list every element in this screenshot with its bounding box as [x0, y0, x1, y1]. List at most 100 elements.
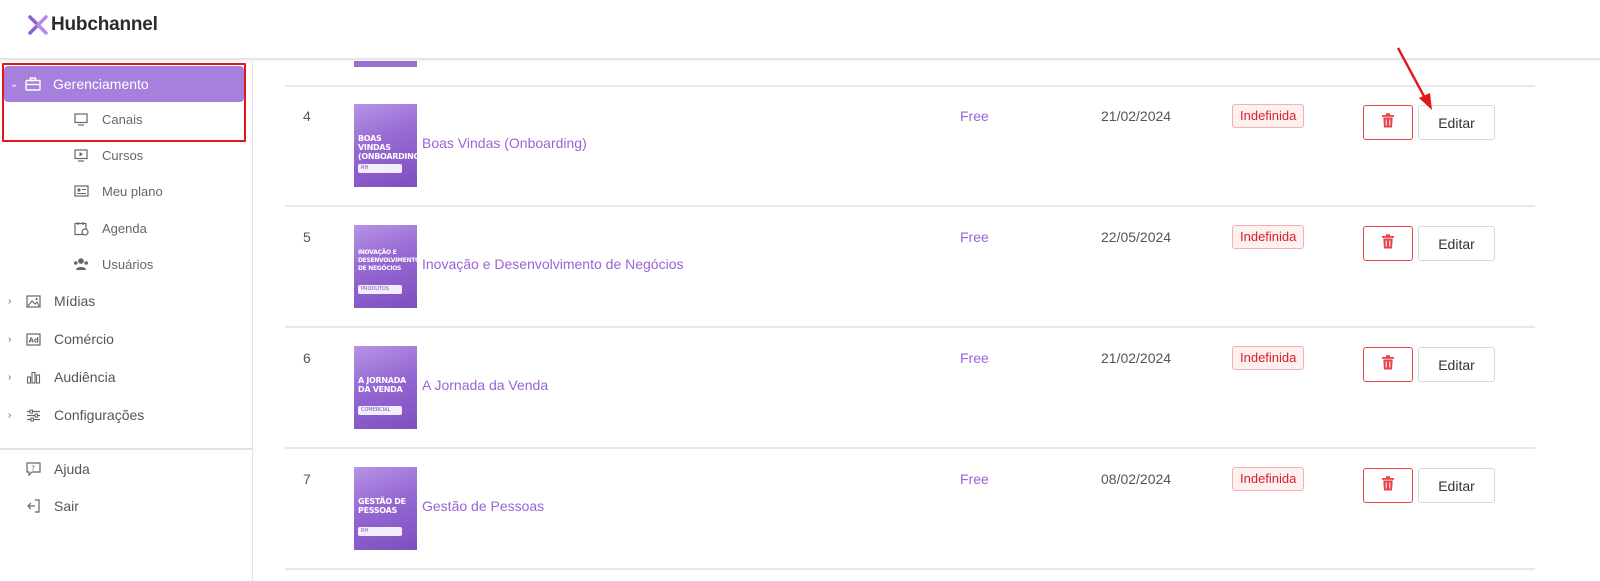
course-thumbnail[interactable]: GESTÃO DE PESSOAS RH: [354, 467, 417, 550]
nav-audiencia[interactable]: › Audiência: [0, 359, 253, 395]
svg-text:Ad: Ad: [28, 336, 38, 344]
status-badge: Indefinida: [1232, 346, 1305, 370]
delete-button[interactable]: [1363, 226, 1413, 261]
thumbnail-title: INOVAÇÃO E DESENVOLVIMENTO DE NEGÓCIOS: [358, 249, 417, 272]
course-title-link[interactable]: Boas Vindas (Onboarding): [422, 135, 587, 151]
thumbnail-tag: COMERCIAL: [358, 406, 402, 415]
brand-logo[interactable]: Hubchannel: [27, 14, 158, 36]
thumbnail-title: A JORNADA DA VENDA: [358, 376, 406, 394]
channel-list: 4 BOAS VINDAS (ONBOARDING) RH Boas Vinda…: [253, 61, 1600, 581]
price-label: Free: [960, 108, 989, 124]
course-title-link[interactable]: Gestão de Pessoas: [422, 498, 544, 514]
trash-icon: [1381, 233, 1395, 254]
edit-button[interactable]: Editar: [1418, 105, 1495, 140]
row-number: 6: [303, 350, 311, 366]
logout-icon: [24, 498, 42, 514]
chevron-right-icon: ›: [8, 333, 12, 345]
course-thumbnail[interactable]: BOAS VINDAS (ONBOARDING) RH: [354, 104, 417, 187]
nav-gerenciamento[interactable]: ⌄ Gerenciamento: [4, 66, 244, 102]
trash-icon: [1381, 475, 1395, 496]
thumbnail-tag: RH: [358, 164, 402, 173]
sidebar-item-label: Usuários: [102, 256, 154, 272]
briefcase-icon: [24, 76, 42, 92]
edit-button[interactable]: Editar: [1418, 468, 1495, 503]
nav-sair[interactable]: Sair: [0, 488, 253, 524]
image-icon: [24, 293, 42, 309]
thumbnail-tag: RH: [358, 527, 402, 536]
users-icon: [73, 256, 89, 272]
trash-icon: [1381, 354, 1395, 375]
delete-button[interactable]: [1363, 468, 1413, 503]
nav-midias[interactable]: › Mídias: [0, 283, 253, 319]
chevron-right-icon: ›: [8, 409, 12, 421]
sidebar-item-agenda[interactable]: Agenda: [0, 211, 253, 245]
course-title-link[interactable]: Inovação e Desenvolvimento de Negócios: [422, 256, 684, 272]
sidebar-item-canais[interactable]: Canais: [0, 102, 253, 136]
chevron-down-icon: ⌄: [10, 78, 19, 90]
sidebar-item-cursos[interactable]: Cursos: [0, 138, 253, 172]
course-title-link[interactable]: A Jornada da Venda: [422, 377, 548, 393]
sidebar-divider: [0, 448, 252, 450]
sidebar-item-label: Canais: [102, 111, 143, 127]
date-label: 21/02/2024: [1101, 108, 1172, 124]
sidebar-item-label: Cursos: [102, 147, 144, 163]
hubchannel-logo-icon: [27, 14, 49, 36]
date-label: 22/05/2024: [1101, 229, 1172, 245]
top-header: Hubchannel: [0, 0, 1600, 60]
edit-button[interactable]: Editar: [1418, 347, 1495, 382]
nav-label: Ajuda: [54, 461, 90, 477]
thumbnail-tag: PRODUTOS: [358, 285, 402, 294]
svg-text:?: ?: [31, 465, 35, 473]
date-label: 08/02/2024: [1101, 471, 1172, 487]
delete-button[interactable]: [1363, 347, 1413, 382]
row-number: 7: [303, 471, 311, 487]
price-label: Free: [960, 471, 989, 487]
course-thumbnail[interactable]: A JORNADA DA VENDA COMERCIAL: [354, 346, 417, 429]
nav-label: Configurações: [54, 407, 145, 423]
thumbnail-title: GESTÃO DE PESSOAS: [358, 497, 406, 515]
nav-ajuda[interactable]: ? Ajuda: [0, 451, 253, 487]
help-icon: ?: [24, 461, 42, 477]
monitor-icon: [73, 111, 89, 127]
calendar-clock-icon: [73, 220, 89, 236]
ad-icon: Ad: [24, 331, 42, 347]
row-number: 5: [303, 229, 311, 245]
trash-icon: [1381, 112, 1395, 133]
chevron-right-icon: ›: [8, 371, 12, 383]
thumbnail-title: BOAS VINDAS (ONBOARDING): [358, 134, 417, 161]
date-label: 21/02/2024: [1101, 350, 1172, 366]
nav-label: Comércio: [54, 331, 114, 347]
sidebar-item-label: Meu plano: [102, 183, 163, 199]
price-label: Free: [960, 229, 989, 245]
nav-configuracoes[interactable]: › Configurações: [0, 397, 253, 433]
sidebar-item-label: Agenda: [102, 220, 147, 236]
table-row: 6 A JORNADA DA VENDA COMERCIAL A Jornada…: [253, 328, 1600, 448]
nav-label: Sair: [54, 498, 79, 514]
brand-name: Hubchannel: [51, 14, 158, 35]
price-label: Free: [960, 350, 989, 366]
row-number: 4: [303, 108, 311, 124]
chevron-right-icon: ›: [8, 295, 12, 307]
sliders-icon: [24, 407, 42, 423]
play-screen-icon: [73, 147, 89, 163]
partial-row-thumbnail: [354, 61, 417, 67]
table-row: 4 BOAS VINDAS (ONBOARDING) RH Boas Vinda…: [253, 86, 1600, 206]
status-badge: Indefinida: [1232, 225, 1305, 249]
row-divider: [285, 568, 1535, 570]
status-badge: Indefinida: [1232, 467, 1305, 491]
table-row: 5 INOVAÇÃO E DESENVOLVIMENTO DE NEGÓCIOS…: [253, 207, 1600, 327]
nav-label: Gerenciamento: [53, 76, 149, 92]
bar-chart-icon: [24, 369, 42, 385]
status-badge: Indefinida: [1232, 104, 1305, 128]
nav-comercio[interactable]: › Ad Comércio: [0, 321, 253, 357]
sidebar-item-meu-plano[interactable]: Meu plano: [0, 174, 253, 208]
course-thumbnail[interactable]: INOVAÇÃO E DESENVOLVIMENTO DE NEGÓCIOS P…: [354, 225, 417, 308]
table-row: 7 GESTÃO DE PESSOAS RH Gestão de Pessoas…: [253, 449, 1600, 569]
sidebar-item-usuarios[interactable]: Usuários: [0, 247, 253, 281]
nav-label: Mídias: [54, 293, 96, 309]
nav-label: Audiência: [54, 369, 116, 385]
delete-button[interactable]: [1363, 105, 1413, 140]
id-card-icon: [73, 183, 89, 199]
sidebar: ⌄ Gerenciamento Canais Cursos Meu plano …: [0, 61, 253, 581]
edit-button[interactable]: Editar: [1418, 226, 1495, 261]
